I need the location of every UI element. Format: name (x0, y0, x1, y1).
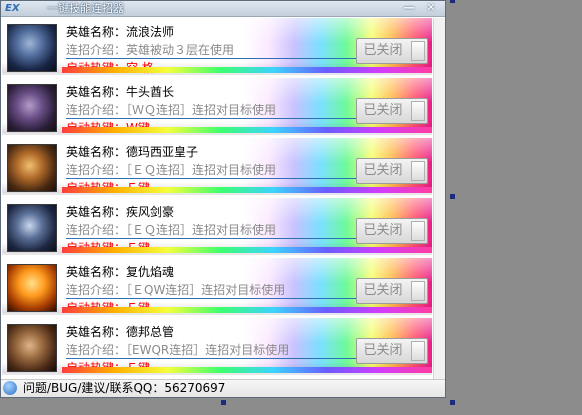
hero-name-label: 英雄名称：德玛西亚皇子 (66, 144, 198, 160)
hero-name-prefix: 英雄名称： (66, 25, 127, 39)
window-title: 一键技能连招器 (47, 2, 124, 15)
toggle-knob[interactable] (411, 221, 425, 241)
hero-name: 德玛西亚皇子 (126, 145, 199, 159)
hotkey-label: 启动热键：Ｅ键 (66, 361, 151, 375)
toggle-knob[interactable] (411, 281, 425, 301)
toggle-knob[interactable] (411, 101, 425, 121)
toggle-label: 已关闭 (363, 43, 403, 58)
hero-row: 英雄名称：德邦总管 连招介绍：［EWQR连招］连招对目标使用 启动热键：Ｅ键 已… (2, 318, 432, 375)
hotkey-label: 启动热键：W键 (66, 121, 150, 135)
hero-row: 英雄名称：德玛西亚皇子 连招介绍：［ＥＱ连招］连招对目标使用 启动热键：Ｅ键 已… (2, 138, 432, 195)
toggle-label: 已关闭 (363, 163, 403, 178)
hero-name-prefix: 英雄名称： (66, 145, 127, 159)
toggle-label: 已关闭 (363, 223, 403, 238)
jarvan-portrait-icon (7, 144, 57, 192)
hero-name-label: 英雄名称：德邦总管 (66, 324, 174, 340)
main-window: EX 一键技能连招器 — ✕ 英雄名称：流浪法师 连招介绍：英雄被动３层在使用 … (0, 0, 446, 398)
toggle-label: 已关闭 (363, 283, 403, 298)
toggle-label: 已关闭 (363, 103, 403, 118)
toggle-switch[interactable]: 已关闭 (356, 98, 428, 124)
toggle-knob[interactable] (411, 341, 425, 361)
hero-name: 疾风剑豪 (126, 205, 175, 219)
minimize-button[interactable]: — (399, 1, 419, 16)
toggle-knob[interactable] (411, 161, 425, 181)
yasuo-portrait-icon (7, 204, 57, 252)
toggle-label: 已关闭 (363, 343, 403, 358)
title-bar[interactable]: EX 一键技能连招器 — ✕ (1, 1, 445, 17)
toggle-knob[interactable] (411, 41, 425, 61)
hero-name: 德邦总管 (126, 325, 175, 339)
hero-row: 英雄名称：牛头酋长 连招介绍：［ＷＱ连招］连招对目标使用 启动热键：W键 已关闭 (2, 78, 432, 135)
scrollbar[interactable] (433, 18, 445, 379)
hotkey-label: 启动热键：空 格 (66, 61, 154, 75)
hero-name-label: 英雄名称：流浪法师 (66, 24, 174, 40)
hero-row: 英雄名称：流浪法师 连招介绍：英雄被动３层在使用 启动热键：空 格 已关闭 (2, 18, 432, 75)
resize-handle[interactable] (221, 400, 226, 405)
ryze-portrait-icon (7, 24, 57, 72)
toggle-switch[interactable]: 已关闭 (356, 218, 428, 244)
combo-description: 连招介绍：英雄被动３层在使用 (66, 42, 356, 59)
combo-description: 连招介绍：［ＥＱ连招］连招对目标使用 (66, 222, 356, 239)
combo-description: 连招介绍：［ＥＱ连招］连招对目标使用 (66, 162, 356, 179)
toggle-switch[interactable]: 已关闭 (356, 158, 428, 184)
hero-row: 英雄名称：复仇焰魂 连招介绍：［ＥQW连招］连招对目标使用 启动热键：Ｅ键 已关… (2, 258, 432, 315)
toggle-switch[interactable]: 已关闭 (356, 338, 428, 364)
hero-name-prefix: 英雄名称： (66, 205, 127, 219)
hero-row: 英雄名称：疾风剑豪 连招介绍：［ＥＱ连招］连招对目标使用 启动热键：Ｅ键 已关闭 (2, 198, 432, 255)
resize-handle[interactable] (450, 0, 455, 3)
hero-name-prefix: 英雄名称： (66, 325, 127, 339)
resize-handle[interactable] (450, 400, 455, 405)
hero-name: 流浪法师 (126, 25, 175, 39)
xin-zhao-portrait-icon (7, 324, 57, 372)
toggle-switch[interactable]: 已关闭 (356, 278, 428, 304)
close-button[interactable]: ✕ (421, 1, 441, 16)
combo-description: 连招介绍：［EWQR连招］连招对目标使用 (66, 342, 356, 359)
status-text: 问题/BUG/建议/联系QQ：56270697 (23, 381, 226, 395)
app-logo: EX (5, 3, 20, 14)
alistar-portrait-icon (7, 84, 57, 132)
hero-name: 复仇焰魂 (126, 265, 175, 279)
combo-description: 连招介绍：［ＷＱ连招］连招对目标使用 (66, 102, 356, 119)
hotkey-label: 启动热键：Ｅ键 (66, 301, 151, 315)
hero-name-prefix: 英雄名称： (66, 85, 127, 99)
hero-name-prefix: 英雄名称： (66, 265, 127, 279)
hero-list: 英雄名称：流浪法师 连招介绍：英雄被动３层在使用 启动热键：空 格 已关闭 英雄… (2, 18, 434, 379)
hero-name-label: 英雄名称：疾风剑豪 (66, 204, 174, 220)
hotkey-label: 启动热键：Ｅ键 (66, 181, 151, 195)
combo-description: 连招介绍：［ＥQW连招］连招对目标使用 (66, 282, 356, 299)
speaker-icon (3, 381, 17, 395)
toggle-switch[interactable]: 已关闭 (356, 38, 428, 64)
resize-handle[interactable] (450, 194, 455, 199)
hero-name-label: 英雄名称：复仇焰魂 (66, 264, 174, 280)
brand-portrait-icon (7, 264, 57, 312)
hero-name-label: 英雄名称：牛头酋长 (66, 84, 174, 100)
hero-name: 牛头酋长 (126, 85, 175, 99)
hotkey-label: 启动热键：Ｅ键 (66, 241, 151, 255)
status-bar: 问题/BUG/建议/联系QQ：56270697 (1, 379, 445, 397)
